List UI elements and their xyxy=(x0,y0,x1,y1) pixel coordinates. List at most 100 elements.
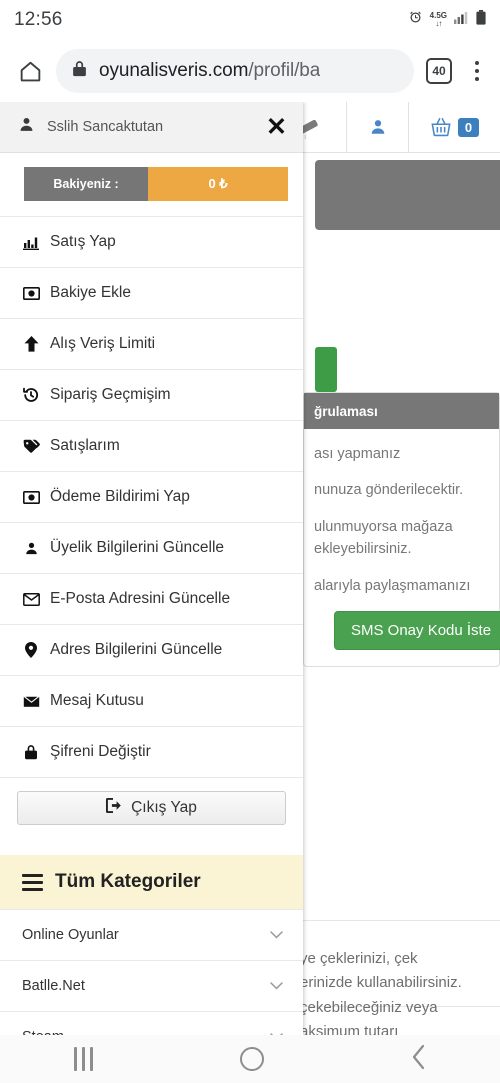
browser-toolbar: oyunalisveris.com/profil/ba 40 xyxy=(0,40,500,102)
menu-item-uyelik-bilgilerini-guncelle[interactable]: Üyelik Bilgilerini Güncelle xyxy=(0,522,303,573)
account-drawer: Sslih Sancaktutan ✕ Bakiyeniz : 0 ₺ Satı… xyxy=(0,102,303,1035)
recents-icon[interactable] xyxy=(73,1047,93,1071)
three-dots-icon[interactable] xyxy=(464,55,490,87)
menu-item-label: Mesaj Kutusu xyxy=(50,692,144,709)
category-label: Steam xyxy=(22,1029,64,1035)
menu-item-label: Şifreni Değiştir xyxy=(50,743,151,760)
sign-out-icon xyxy=(106,798,122,818)
category-item-steam[interactable]: Steam xyxy=(0,1011,303,1035)
panel-title: ğrulaması xyxy=(304,393,499,429)
menu-item-bakiye-ekle[interactable]: Bakiye Ekle xyxy=(0,267,303,318)
menu-item-label: Satış Yap xyxy=(50,233,116,250)
info-line: ye çeklerinizi, çek xyxy=(300,950,418,967)
verification-panel: ğrulaması ası yapmanız nunuza gönderilec… xyxy=(303,392,500,668)
content-divider xyxy=(300,920,500,921)
header-account-button[interactable] xyxy=(346,102,408,152)
screen: 12:56 4.5G ↓↑ oyunalisveris.com/profil/b… xyxy=(0,0,500,1083)
drawer-spacer xyxy=(0,841,303,855)
panel-body: ası yapmanız nunuza gönderilecektir. ulu… xyxy=(304,429,500,666)
menu-item-label: Alış Veriş Limiti xyxy=(50,335,156,352)
menu-item-mesaj-kutusu[interactable]: Mesaj Kutusu xyxy=(0,675,303,726)
tag-icon xyxy=(22,439,40,454)
balance-row: Bakiyeniz : 0 ₺ xyxy=(24,167,288,201)
bar-chart-icon xyxy=(22,235,40,250)
hamburger-icon xyxy=(22,873,43,891)
menu-item-label: Üyelik Bilgilerini Güncelle xyxy=(50,539,225,556)
balance-label: Bakiyeniz : xyxy=(24,167,148,201)
drawer-header: Sslih Sancaktutan ✕ xyxy=(0,102,303,153)
balance-section: Bakiyeniz : 0 ₺ xyxy=(0,153,303,216)
cart-count-badge: 0 xyxy=(457,117,480,137)
hero-block xyxy=(315,160,500,230)
map-pin-icon xyxy=(22,642,40,658)
header-cart-button[interactable]: 0 xyxy=(408,102,500,152)
logout-section: Çıkış Yap xyxy=(0,777,303,841)
menu-item-sifreni-degistir[interactable]: Şifreni Değiştir xyxy=(0,726,303,777)
lock-icon xyxy=(72,60,87,82)
menu-item-label: Ödeme Bildirimi Yap xyxy=(50,488,190,505)
categories-title: Tüm Kategoriler xyxy=(55,871,201,892)
status-time: 12:56 xyxy=(14,9,63,30)
drawer-username: Sslih Sancaktutan xyxy=(47,119,164,135)
menu-item-adres-bilgilerini-guncelle[interactable]: Adres Bilgilerini Güncelle xyxy=(0,624,303,675)
signal-bars-icon xyxy=(454,11,469,29)
info-line: erinizde kullanabilirsiniz. xyxy=(300,974,462,992)
menu-item-label: Sipariş Geçmişim xyxy=(50,386,171,403)
arrow-up-icon xyxy=(22,336,40,352)
url-domain: oyunalisveris.com xyxy=(99,60,249,81)
panel-line: ası yapmanız xyxy=(314,446,401,462)
menu-item-odeme-bildirimi-yap[interactable]: Ödeme Bildirimi Yap xyxy=(0,471,303,522)
menu-item-label: Bakiye Ekle xyxy=(50,284,131,301)
data-arrows-icon: ↓↑ xyxy=(435,19,442,28)
home-circle-icon[interactable] xyxy=(239,1047,264,1071)
info-line: çekebileceğiniz veya xyxy=(300,998,438,1016)
system-nav-bar xyxy=(0,1035,500,1083)
back-chevron-icon[interactable] xyxy=(411,1044,427,1074)
category-item-online-oyunlar[interactable]: Online Oyunlar xyxy=(0,909,303,960)
chevron-down-icon xyxy=(270,977,283,995)
user-icon xyxy=(22,541,40,556)
history-icon xyxy=(22,387,40,403)
menu-item-label: Satışlarım xyxy=(50,437,120,454)
url-bar[interactable]: oyunalisveris.com/profil/ba xyxy=(56,49,414,93)
status-bar: 12:56 4.5G ↓↑ xyxy=(0,0,500,40)
chevron-down-icon xyxy=(270,926,283,944)
info-text-block: ye çeklerinizi, çek erinizde kullanabili… xyxy=(300,947,500,1035)
logout-label: Çıkış Yap xyxy=(131,799,197,816)
menu-item-eposta-adresini-guncelle[interactable]: E-Posta Adresini Güncelle xyxy=(0,573,303,624)
menu-item-satislarim[interactable]: Satışlarım xyxy=(0,420,303,471)
mobile-data-icon: 4.5G ↓↑ xyxy=(430,12,447,28)
basket-icon xyxy=(431,118,451,137)
panel-line: ulunmuyorsa mağaza xyxy=(314,518,453,535)
menu-item-label: E-Posta Adresini Güncelle xyxy=(50,590,231,607)
envelope-icon xyxy=(22,695,40,708)
category-label: Batlle.Net xyxy=(22,978,85,994)
money-bill-icon xyxy=(22,286,40,300)
web-page-viewport: s tesi 0 il Bakiye Toplam xyxy=(0,102,500,1035)
menu-item-label: Adres Bilgilerini Güncelle xyxy=(50,641,223,658)
request-sms-code-button[interactable]: SMS Onay Kodu İste xyxy=(334,611,500,651)
envelope-open-icon xyxy=(22,592,40,606)
panel-line: alarıyla paylaşmamanızı xyxy=(314,577,471,594)
menu-item-siparis-gecmisim[interactable]: Sipariş Geçmişim xyxy=(0,369,303,420)
money-bill-icon xyxy=(22,490,40,504)
info-line: aksimum tutarı xyxy=(300,1022,399,1035)
battery-icon xyxy=(476,10,486,30)
status-icons: 4.5G ↓↑ xyxy=(408,10,486,30)
tab-count-button[interactable]: 40 xyxy=(426,58,452,84)
menu-item-alis-veris-limiti[interactable]: Alış Veriş Limiti xyxy=(0,318,303,369)
categories-header[interactable]: Tüm Kategoriler xyxy=(0,855,303,909)
chevron-down-icon xyxy=(270,1028,283,1035)
close-icon[interactable]: ✕ xyxy=(266,114,287,140)
menu-item-satis-yap[interactable]: Satış Yap xyxy=(0,216,303,267)
home-button[interactable] xyxy=(10,51,50,91)
balance-value: 0 ₺ xyxy=(148,167,288,201)
alarm-icon xyxy=(408,10,423,30)
logout-button[interactable]: Çıkış Yap xyxy=(17,791,286,825)
category-item-batlle-net[interactable]: Batlle.Net xyxy=(0,960,303,1011)
green-action-chip[interactable] xyxy=(315,347,337,392)
panel-line: nunuza gönderilecektir. xyxy=(314,482,464,499)
panel-line: ekleyebilirsiniz. xyxy=(314,541,412,558)
user-icon xyxy=(18,116,35,138)
url-text: oyunalisveris.com/profil/ba xyxy=(99,60,320,82)
